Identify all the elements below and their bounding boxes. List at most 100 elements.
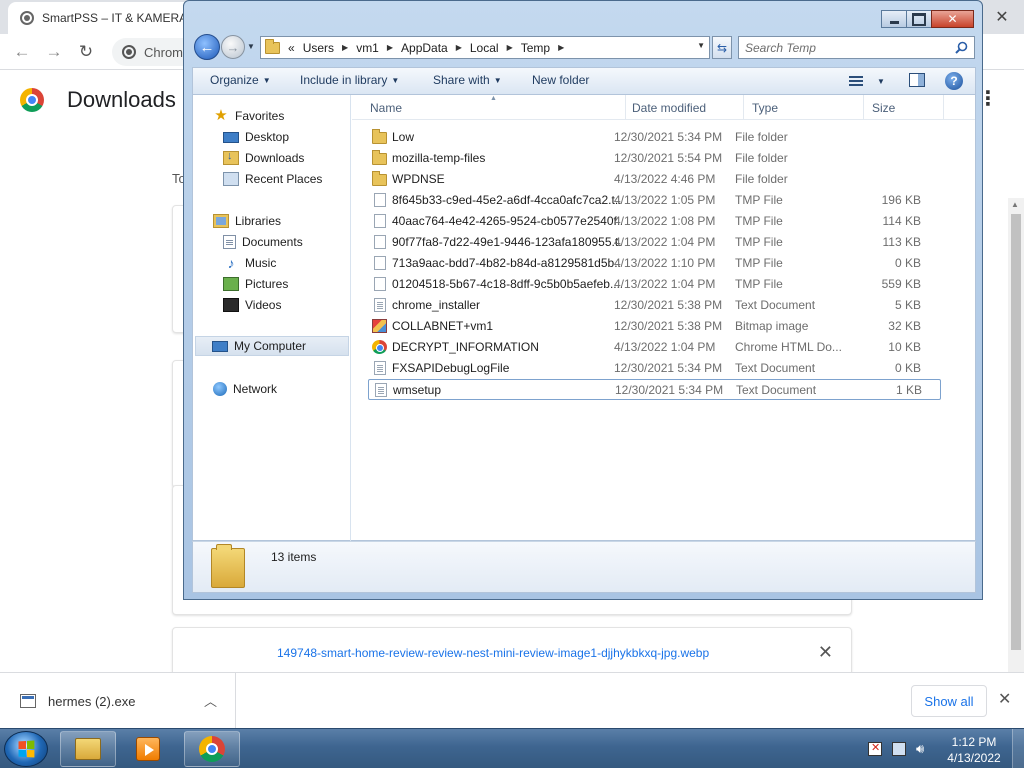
include-in-library-menu[interactable]: Include in library ▼ xyxy=(300,73,399,87)
file-name: 40aac764-4e42-4265-9524-cb0577e2540f.... xyxy=(392,214,622,228)
close-window-button[interactable]: ✕ xyxy=(931,10,974,28)
nav-item-label: Recent Places xyxy=(245,172,323,186)
chrome-back-arrow-icon[interactable]: ← xyxy=(10,40,34,64)
forward-arrow-icon[interactable]: → xyxy=(221,35,245,59)
nav-item-favorites[interactable]: ★ Favorites xyxy=(193,106,284,126)
breadcrumb-separator-icon[interactable]: ▶ xyxy=(452,43,466,52)
explorer-window: ✕ ← → ▼ « Users ▶ vm1 ▶ AppData ▶ Local … xyxy=(183,0,983,600)
new-folder-button[interactable]: New folder xyxy=(532,73,589,87)
nav-item-desktop[interactable]: Desktop xyxy=(193,127,289,147)
pictures-icon xyxy=(223,277,239,291)
breadcrumb-vm1[interactable]: vm1 xyxy=(352,41,383,55)
address-dropdown-icon[interactable]: ▼ xyxy=(697,41,705,50)
search-box[interactable] xyxy=(738,36,975,59)
file-type: File folder xyxy=(735,151,788,165)
file-row[interactable]: COLLABNET+vm1 12/30/2021 5:38 PM Bitmap im… xyxy=(368,316,941,337)
nav-item-documents[interactable]: Documents xyxy=(193,232,303,252)
file-row[interactable]: 40aac764-4e42-4265-9524-cb0577e2540f....… xyxy=(368,211,941,232)
change-view-button[interactable]: ▼ xyxy=(849,72,889,90)
file-row[interactable]: chrome_installer 12/30/2021 5:38 PM Text D… xyxy=(368,295,941,316)
back-arrow-icon[interactable]: ← xyxy=(194,34,220,60)
search-icon[interactable] xyxy=(955,41,968,54)
media-player-icon xyxy=(136,737,160,761)
breadcrumb-overflow[interactable]: « xyxy=(280,41,299,55)
breadcrumb-separator-icon[interactable]: ▶ xyxy=(554,43,568,52)
breadcrumb-appdata[interactable]: AppData xyxy=(397,41,452,55)
nav-item-network[interactable]: Network xyxy=(193,379,277,399)
maximize-button[interactable] xyxy=(906,10,932,28)
nav-item-downloads[interactable]: Downloads xyxy=(193,148,304,168)
chrome-reload-icon[interactable]: ↻ xyxy=(74,40,98,64)
search-input[interactable] xyxy=(739,37,949,58)
organize-menu[interactable]: Organize ▼ xyxy=(210,73,271,87)
taskbar-media-player-button[interactable] xyxy=(120,731,176,767)
address-bar[interactable]: « Users ▶ vm1 ▶ AppData ▶ Local ▶ Temp ▶… xyxy=(260,36,710,59)
breadcrumb-separator-icon[interactable]: ▶ xyxy=(503,43,517,52)
file-row[interactable]: DECRYPT_INFORMATION 4/13/2022 1:04 PM Chro… xyxy=(368,337,941,358)
chrome-tab-smartpss[interactable]: SmartPSS – IT & KAMERA xyxy=(8,2,198,34)
chrome-close-button[interactable]: ✕ xyxy=(988,4,1016,30)
nav-item-pictures[interactable]: Pictures xyxy=(193,274,288,294)
scroll-up-arrow-icon[interactable]: ▲ xyxy=(1011,200,1019,209)
action-center-flag-icon[interactable] xyxy=(868,741,882,756)
breadcrumb-temp[interactable]: Temp xyxy=(517,41,554,55)
share-with-menu[interactable]: Share with ▼ xyxy=(433,73,502,87)
breadcrumb-users[interactable]: Users xyxy=(299,41,338,55)
chevron-up-icon[interactable]: ︿ xyxy=(204,691,217,710)
file-row[interactable]: WPDNSE 4/13/2022 4:46 PM File folder xyxy=(368,169,941,190)
nav-item-music[interactable]: ♪ Music xyxy=(193,253,277,273)
file-row[interactable]: FXSAPIDebugLogFile 12/30/2021 5:34 PM Text… xyxy=(368,358,941,379)
scrollbar-thumb[interactable] xyxy=(1011,214,1021,650)
clock[interactable]: 1:12 PM 4/13/2022 xyxy=(944,734,1004,766)
computer-icon xyxy=(212,340,228,352)
network-status-icon[interactable] xyxy=(892,742,906,756)
start-button[interactable] xyxy=(4,731,48,767)
minimize-button[interactable] xyxy=(881,10,907,28)
desktop-icon xyxy=(223,132,239,143)
remove-download-icon[interactable]: ✕ xyxy=(818,642,833,663)
shelf-download-item[interactable]: hermes (2).exe ︿ xyxy=(0,673,236,729)
nav-item-videos[interactable]: Videos xyxy=(193,295,281,315)
nav-item-my-computer[interactable]: My Computer xyxy=(195,336,349,356)
column-header-type[interactable]: Type xyxy=(744,95,864,120)
column-header-size[interactable]: Size xyxy=(864,95,944,120)
file-name: wmsetup xyxy=(393,383,442,397)
breadcrumb-separator-icon[interactable]: ▶ xyxy=(338,43,352,52)
preview-pane-icon[interactable] xyxy=(909,73,925,87)
chrome-page-info-icon[interactable] xyxy=(122,45,136,59)
text-document-icon xyxy=(375,383,387,397)
chrome-forward-arrow-icon[interactable]: → xyxy=(42,40,66,64)
help-icon[interactable]: ? xyxy=(945,72,963,90)
column-header-date-modified[interactable]: Date modified xyxy=(624,95,744,120)
file-row[interactable]: wmsetup 12/30/2021 5:34 PM Text Document 1 … xyxy=(368,379,941,400)
download-file-link[interactable]: 149748-smart-home-review-review-nest-min… xyxy=(277,646,709,660)
taskbar-chrome-button[interactable] xyxy=(184,731,240,767)
show-all-button[interactable]: Show all xyxy=(911,685,987,717)
file-icon xyxy=(374,235,386,249)
file-row[interactable]: Low 12/30/2021 5:34 PM File folder xyxy=(368,127,941,148)
window-caption-buttons: ✕ xyxy=(881,10,974,28)
file-row[interactable]: 8f645b33-c9ed-45e2-a6df-4cca0afc7ca2.t..… xyxy=(368,190,941,211)
file-row[interactable]: mozilla-temp-files 12/30/2021 5:54 PM File… xyxy=(368,148,941,169)
file-row[interactable]: 90f77fa8-7d22-49e1-9446-123afa180955.t..… xyxy=(368,232,941,253)
taskbar-explorer-button[interactable] xyxy=(60,731,116,767)
close-shelf-icon[interactable]: ✕ xyxy=(998,689,1011,709)
show-desktop-button[interactable] xyxy=(1012,729,1024,768)
file-row[interactable]: 01204518-5b67-4c18-8dff-9c5b0b5aefeb....… xyxy=(368,274,941,295)
breadcrumb-local[interactable]: Local xyxy=(466,41,503,55)
refresh-icon[interactable]: ⇆ xyxy=(712,36,732,59)
chrome-icon xyxy=(199,736,225,762)
text-document-icon xyxy=(374,298,386,312)
nav-item-recent-places[interactable]: Recent Places xyxy=(193,169,322,189)
dropdown-arrow-icon: ▼ xyxy=(877,76,885,86)
column-header-label: Size xyxy=(872,100,896,115)
nav-item-libraries[interactable]: Libraries xyxy=(193,211,281,231)
download-shelf: hermes (2).exe ︿ Show all ✕ xyxy=(0,672,1024,729)
breadcrumb-separator-icon[interactable]: ▶ xyxy=(383,43,397,52)
volume-icon[interactable]: 🔊︎ xyxy=(916,742,930,756)
nav-item-label: My Computer xyxy=(234,339,307,353)
recent-pages-dropdown-icon[interactable]: ▼ xyxy=(247,42,255,51)
file-row[interactable]: 713a9aac-bdd7-4b82-b84d-a8129581d5b... 4/… xyxy=(368,253,941,274)
nav-item-label: Desktop xyxy=(245,130,290,144)
page-scrollbar[interactable]: ▲ ▼ xyxy=(1008,198,1024,738)
